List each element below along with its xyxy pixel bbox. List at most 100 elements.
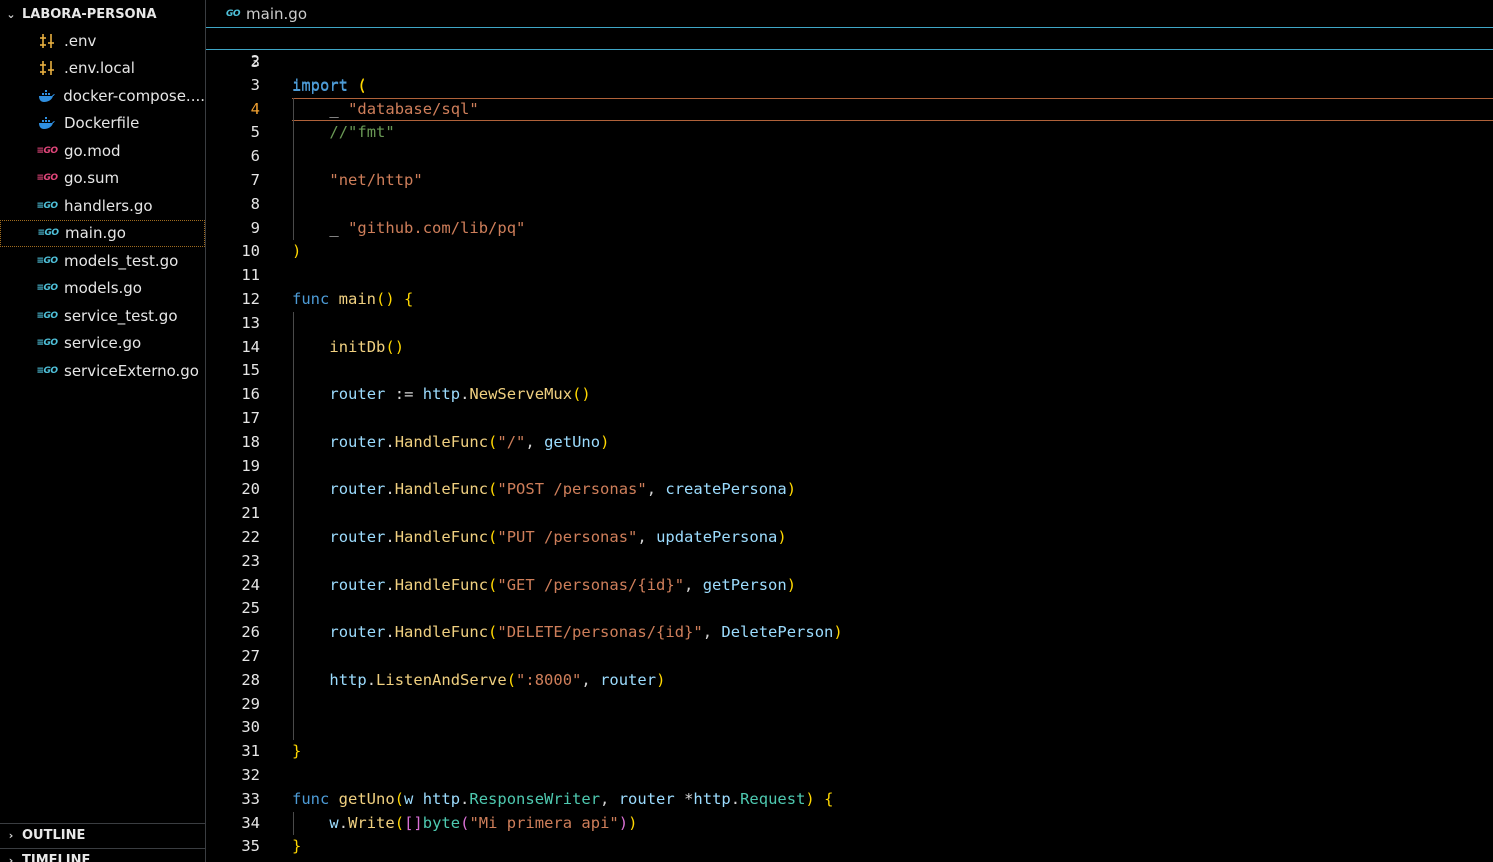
- code-line[interactable]: 20 router.HandleFunc("POST /personas", c…: [206, 478, 1493, 502]
- code-line[interactable]: 11: [206, 264, 1493, 288]
- line-number: 6: [250, 147, 260, 166]
- chevron-right-icon: ›: [8, 829, 14, 842]
- code-line[interactable]: 17: [206, 407, 1493, 431]
- code-line[interactable]: 6: [206, 145, 1493, 169]
- go-file-icon: ≡GO: [36, 338, 58, 349]
- code-text: //"fmt": [329, 123, 395, 142]
- line-number: 34: [241, 813, 260, 832]
- line-number: 17: [241, 409, 260, 427]
- outline-panel-header[interactable]: › OUTLINE: [0, 823, 205, 847]
- file-name: go.sum: [64, 169, 120, 188]
- code-editor[interactable]: GO main.go 3 import ( 2 3 import ( 4 _ "dat…: [206, 0, 1493, 862]
- code-line[interactable]: 27: [206, 645, 1493, 669]
- line-number: 25: [241, 599, 260, 618]
- file-name: service.go: [64, 334, 142, 353]
- line-number: 5: [250, 123, 260, 142]
- line-number: 23: [241, 551, 260, 570]
- code-text: }: [292, 837, 302, 856]
- code-line[interactable]: 8: [206, 193, 1493, 217]
- code-line[interactable]: 28 http.ListenAndServe(":8000", router): [206, 669, 1493, 693]
- code-line[interactable]: 29: [206, 693, 1493, 717]
- file-name: .env: [64, 31, 97, 50]
- code-text: _ "database/sql": [329, 99, 479, 118]
- code-text: router.HandleFunc("DELETE/personas/{id}"…: [329, 623, 843, 642]
- code-line[interactable]: 13: [206, 312, 1493, 336]
- go-file-icon: GO: [226, 8, 241, 19]
- code-line[interactable]: 25: [206, 597, 1493, 621]
- code-line[interactable]: 30: [206, 716, 1493, 740]
- line-number: 28: [241, 670, 260, 689]
- file-item[interactable]: ≡GO handlers.go: [0, 192, 205, 220]
- editor-breadcrumb[interactable]: GO main.go: [206, 0, 1493, 27]
- line-number: 30: [241, 718, 260, 737]
- timeline-panel-header[interactable]: › TIMELINE: [0, 848, 205, 862]
- code-text: import (: [292, 75, 367, 94]
- line-number: 31: [241, 742, 260, 761]
- code-text: router.HandleFunc("/", getUno): [329, 432, 610, 451]
- code-line[interactable]: 34 w.Write([]byte("Mi primera api")): [206, 812, 1493, 836]
- code-line[interactable]: 33 func getUno(w http.ResponseWriter, rou…: [206, 788, 1493, 812]
- code-line[interactable]: 7 "net/http": [206, 169, 1493, 193]
- code-line[interactable]: 15: [206, 359, 1493, 383]
- code-line[interactable]: 21: [206, 502, 1493, 526]
- code-line[interactable]: 19: [206, 455, 1493, 479]
- line-number: 9: [250, 218, 260, 237]
- file-item[interactable]: ≡GO models.go: [0, 275, 205, 303]
- file-item[interactable]: ≡GO main.go: [0, 219, 205, 247]
- code-text: router := http.NewServeMux(): [329, 385, 591, 404]
- sticky-scroll-header[interactable]: 3 import (: [206, 27, 1493, 95]
- code-line[interactable]: 18 router.HandleFunc("/", getUno): [206, 431, 1493, 455]
- file-item[interactable]: ≡GO go.mod: [0, 137, 205, 165]
- file-item[interactable]: ≡GO service_test.go: [0, 302, 205, 330]
- line-number: 12: [241, 290, 260, 308]
- folder-name: LABORA-PERSONA: [22, 6, 157, 22]
- file-name: models_test.go: [64, 251, 179, 270]
- line-number: 32: [241, 766, 260, 784]
- code-line[interactable]: 9 _ "github.com/lib/pq": [206, 217, 1493, 241]
- file-name: .env.local: [64, 59, 135, 78]
- code-text: }: [292, 742, 302, 761]
- explorer-folder-header[interactable]: ⌄ LABORA-PERSONA: [0, 0, 205, 28]
- go-mod-icon: ≡GO: [36, 173, 58, 184]
- code-line[interactable]: 26 router.HandleFunc("DELETE/personas/{i…: [206, 621, 1493, 645]
- code-line[interactable]: 35}: [206, 835, 1493, 859]
- file-item[interactable]: .env.local: [0, 55, 205, 83]
- go-mod-icon: ≡GO: [36, 145, 58, 156]
- file-item[interactable]: ≡GO serviceExterno.go: [0, 357, 205, 385]
- code-line[interactable]: 22 router.HandleFunc("PUT /personas", up…: [206, 526, 1493, 550]
- code-line[interactable]: 5 //"fmt": [206, 121, 1493, 145]
- code-line[interactable]: 24 router.HandleFunc("GET /personas/{id}…: [206, 574, 1493, 598]
- file-item[interactable]: .env: [0, 27, 205, 55]
- code-line[interactable]: 16 router := http.NewServeMux(): [206, 383, 1493, 407]
- file-item[interactable]: ≡GO models_test.go: [0, 247, 205, 275]
- line-number: 14: [241, 337, 260, 356]
- code-text: w.Write([]byte("Mi primera api")): [329, 813, 638, 832]
- go-file-icon: ≡GO: [36, 200, 58, 211]
- code-line[interactable]: 23: [206, 550, 1493, 574]
- code-line[interactable]: 2: [206, 50, 1493, 74]
- file-item[interactable]: docker-compose....: [0, 82, 205, 110]
- code-text: func main() {: [292, 290, 414, 308]
- line-number: 24: [241, 575, 260, 594]
- code-line[interactable]: 31}: [206, 740, 1493, 764]
- file-item[interactable]: ≡GO go.sum: [0, 165, 205, 193]
- code-line[interactable]: 3 import (: [206, 74, 1493, 98]
- code-line[interactable]: 10): [206, 240, 1493, 264]
- code-line[interactable]: 32: [206, 764, 1493, 788]
- line-number: 3: [250, 75, 260, 94]
- line-number: 21: [241, 504, 260, 523]
- docker-whale-icon: [37, 116, 57, 130]
- settings-sliders-icon: [37, 33, 57, 49]
- file-name: handlers.go: [64, 196, 153, 215]
- file-item[interactable]: ≡GO service.go: [0, 330, 205, 358]
- indent-guide: [293, 97, 294, 241]
- indent-guide: [293, 311, 294, 741]
- go-file-icon: ≡GO: [36, 283, 58, 294]
- line-number: 20: [241, 480, 260, 499]
- line-number: 27: [241, 647, 260, 665]
- code-line[interactable]: 12 func main() {: [206, 288, 1493, 312]
- code-line[interactable]: 14 initDb(): [206, 336, 1493, 360]
- breadcrumb-file-name: main.go: [246, 4, 307, 23]
- code-line[interactable]: 4 _ "database/sql": [206, 97, 1493, 122]
- file-item[interactable]: Dockerfile: [0, 110, 205, 138]
